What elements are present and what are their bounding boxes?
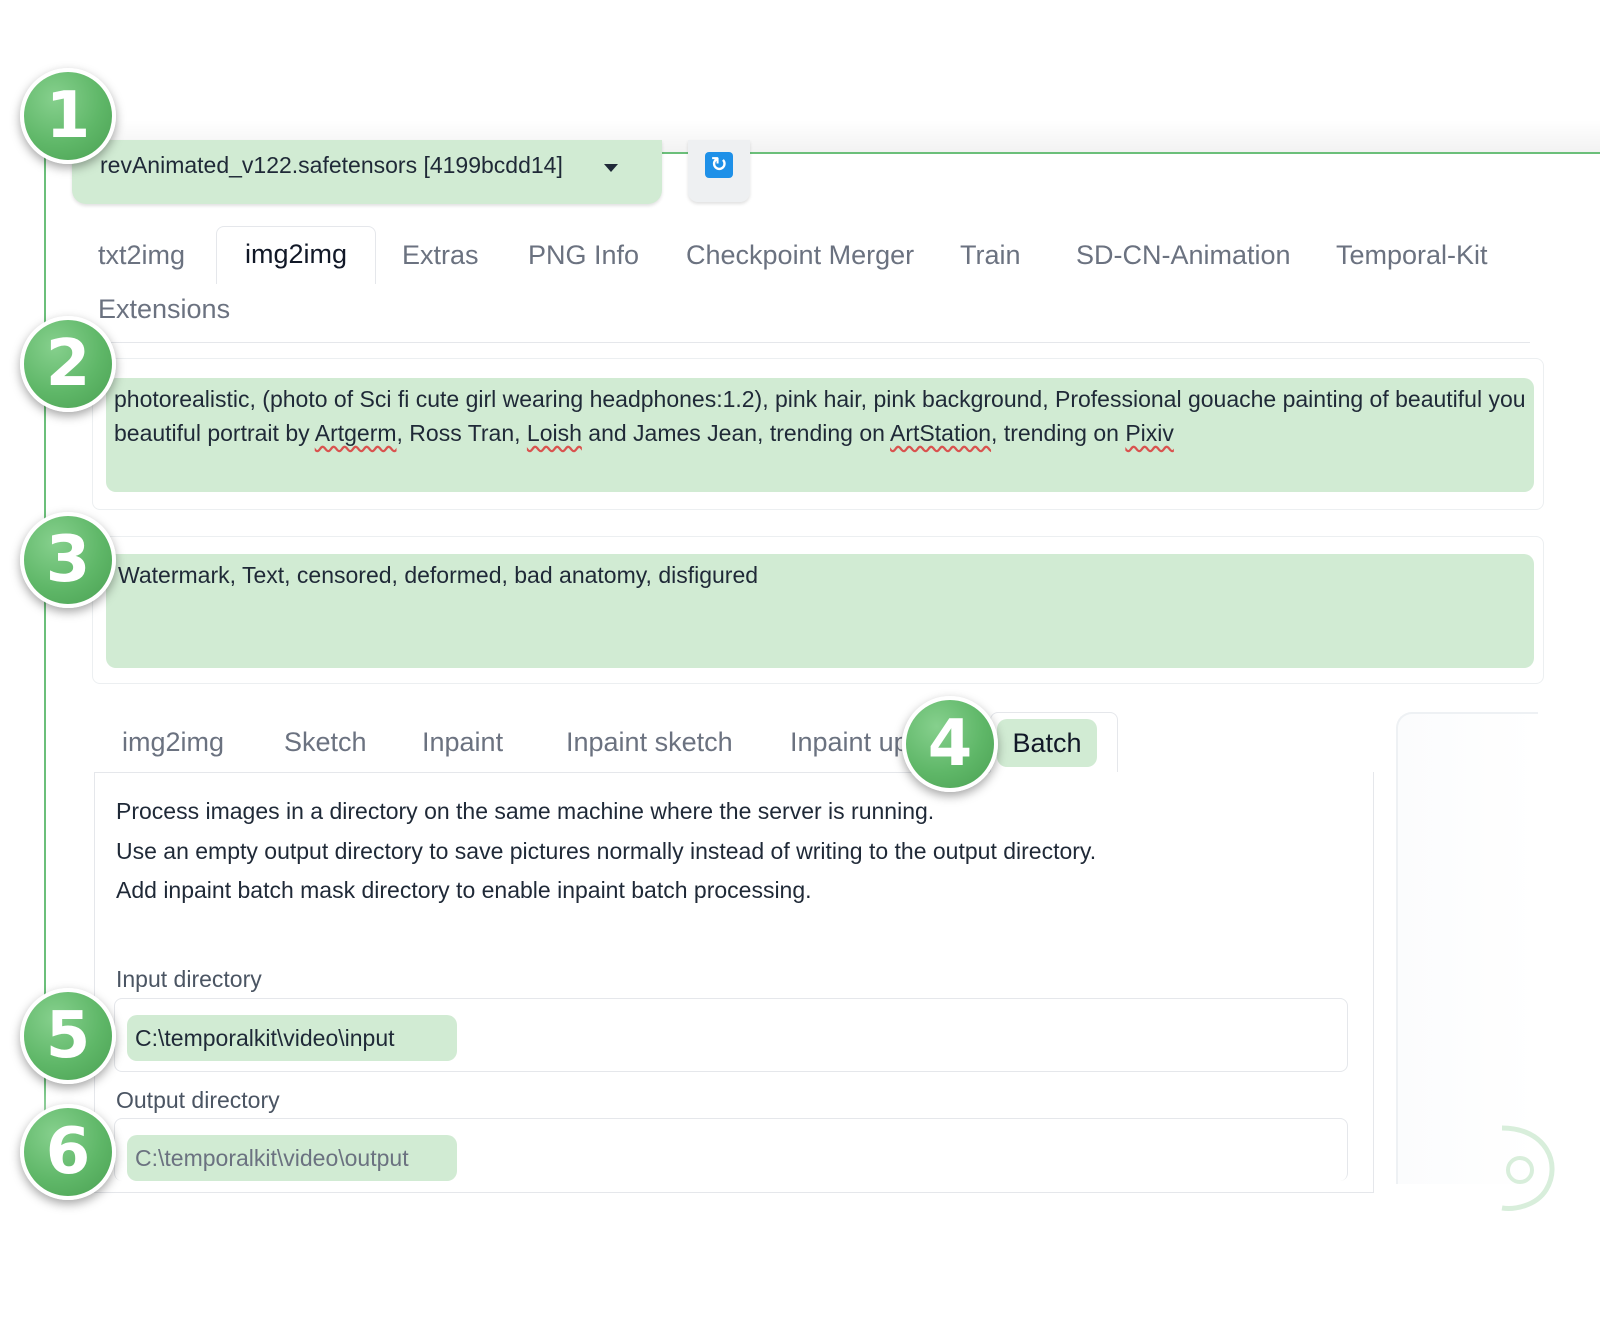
prompt-text: , Ross Tran, <box>396 420 527 446</box>
tab-extras[interactable]: Extras <box>402 240 479 271</box>
output-directory-value: C:\temporalkit\video\output <box>127 1135 457 1181</box>
prompt-text: beautiful portrait by <box>114 420 315 446</box>
input-directory-value: C:\temporalkit\video\input <box>127 1015 457 1061</box>
input-directory-field[interactable]: C:\temporalkit\video\input <box>114 998 1348 1072</box>
tab-png-info[interactable]: PNG Info <box>528 240 639 271</box>
prompt-text: , trending on <box>991 420 1126 446</box>
tab-sd-cn-animation[interactable]: SD-CN-Animation <box>1076 240 1291 271</box>
batch-info-line: Add inpaint batch mask directory to enab… <box>116 877 812 903</box>
subtab-img2img[interactable]: img2img <box>122 727 224 758</box>
output-directory-label: Output directory <box>116 1087 280 1113</box>
negative-prompt-text: Watermark, Text, censored, deformed, bad… <box>118 562 759 588</box>
batch-info-line: Use an empty output directory to save pi… <box>116 838 1097 864</box>
tab-img2img[interactable]: img2img <box>216 226 377 284</box>
tab-temporal-kit[interactable]: Temporal-Kit <box>1336 240 1488 271</box>
subtab-batch[interactable]: Batch <box>990 712 1118 773</box>
annotation-badge-3: 3 <box>20 512 116 608</box>
subtab-sketch[interactable]: Sketch <box>284 727 367 758</box>
output-directory-field[interactable]: C:\temporalkit\video\output <box>114 1118 1348 1181</box>
annotation-badge-4: 4 <box>902 696 998 792</box>
subtab-batch-label: Batch <box>997 719 1097 767</box>
watermark-logo-icon <box>1501 1125 1555 1211</box>
tab-train[interactable]: Train <box>960 240 1021 271</box>
checkpoint-value: revAnimated_v122.safetensors [4199bcdd14… <box>100 152 563 178</box>
checkpoint-dropdown[interactable]: revAnimated_v122.safetensors [4199bcdd14… <box>72 140 662 204</box>
refresh-icon: ↻ <box>705 152 733 178</box>
tab-extensions[interactable]: Extensions <box>98 294 230 325</box>
subtab-inpaint-upload[interactable]: Inpaint up <box>790 727 902 758</box>
annotation-badge-1: 1 <box>20 68 116 164</box>
refresh-button[interactable]: ↻ <box>688 140 750 202</box>
subtab-inpaint-sketch[interactable]: Inpaint sketch <box>566 727 733 758</box>
main-tabs: txt2img img2img Extras PNG Info Checkpoi… <box>70 226 1550 350</box>
annotation-badge-6: 6 <box>20 1104 116 1200</box>
annotation-badge-5: 5 <box>20 988 116 1084</box>
chevron-down-icon <box>604 164 618 172</box>
tabs-divider <box>70 342 1530 343</box>
negative-prompt-textarea[interactable]: Watermark, Text, censored, deformed, bad… <box>106 554 1534 668</box>
tab-checkpoint-merger[interactable]: Checkpoint Merger <box>686 240 914 271</box>
prompt-text: and James Jean, trending on <box>581 420 891 446</box>
input-directory-label: Input directory <box>116 966 262 992</box>
tab-txt2img[interactable]: txt2img <box>98 240 185 271</box>
prompt-line-1: photorealistic, (photo of Sci fi cute gi… <box>114 386 1526 412</box>
prompt-word-artgerm: Artgerm <box>314 420 397 446</box>
prompt-word-artstation: ArtStation <box>890 420 992 446</box>
prompt-textarea[interactable]: photorealistic, (photo of Sci fi cute gi… <box>106 378 1534 492</box>
prompt-word-pixiv: Pixiv <box>1125 420 1174 446</box>
prompt-word-loish: Loish <box>526 420 582 446</box>
batch-info-line: Process images in a directory on the sam… <box>116 798 935 824</box>
batch-panel-border <box>94 772 990 773</box>
prompt-line-2: beautiful portrait by Artgerm, Ross Tran… <box>114 416 1526 450</box>
subtab-inpaint[interactable]: Inpaint <box>422 727 503 758</box>
annotation-badge-2: 2 <box>20 316 116 412</box>
output-gallery-panel <box>1396 712 1538 1184</box>
